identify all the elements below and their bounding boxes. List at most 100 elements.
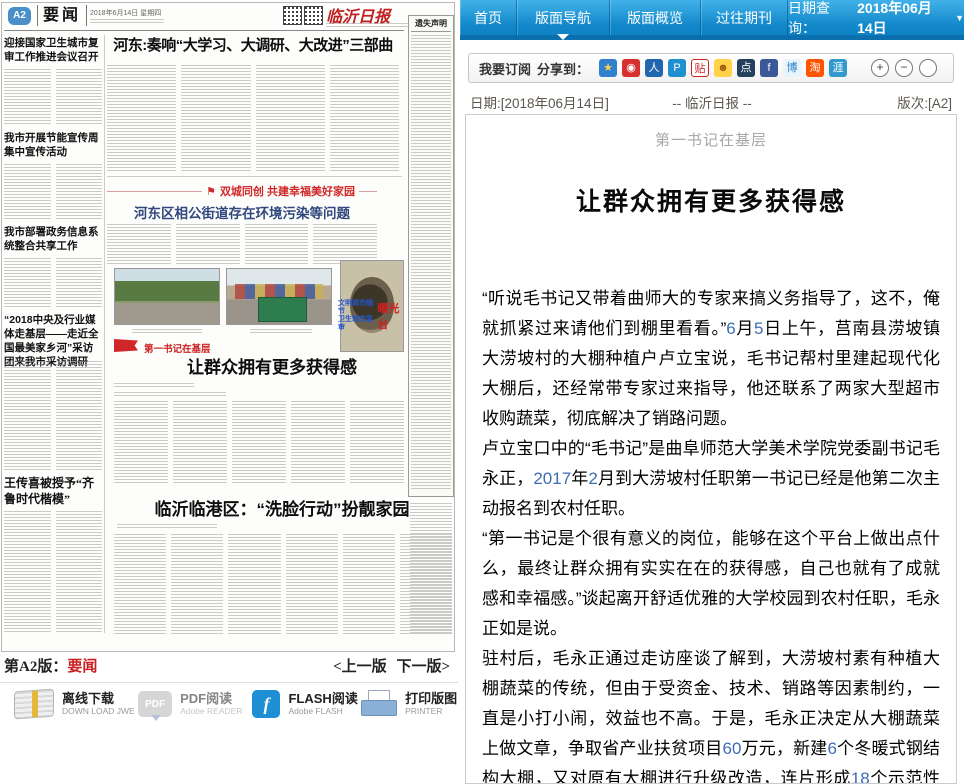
simulated-text	[114, 401, 404, 483]
prev-page-link[interactable]: <上一版	[333, 659, 387, 675]
article-paragraph: 卢立宝口中的“毛书记”是曲阜师范大学美术学院党委副书记毛永正，2017年2月到大…	[482, 434, 940, 524]
next-page-link[interactable]: 下一版>	[396, 659, 450, 675]
qzone-icon[interactable]: ★	[599, 59, 617, 77]
zoom-out-button[interactable]: −	[895, 59, 913, 77]
article-supertitle: 第一书记在基层	[466, 129, 956, 150]
article-paragraph: 驻村后，毛永正通过走访座谈了解到，大涝坡村素有种植大棚蔬菜的传统，但由于受资金、…	[482, 644, 940, 784]
byline	[114, 383, 194, 388]
date-query-value: 2018年06月14日	[857, 0, 945, 38]
column-rule	[104, 35, 105, 633]
simulated-text	[4, 258, 102, 308]
simulated-text	[107, 65, 399, 171]
article-panel: 第一书记在基层 让群众拥有更多获得感 “听说毛书记又带着曲师大的专家来搞义务指导…	[465, 114, 957, 784]
date-query-label: 日期查询：	[788, 0, 847, 38]
nav-past-issues[interactable]: 过往期刊	[701, 0, 788, 35]
offline-download-link[interactable]: 离线下载DOWN LOAD JWE	[14, 690, 138, 718]
market-photo	[226, 268, 332, 325]
main-headline[interactable]: 河东:奏响“大学习、大调研、大改进”三部曲	[105, 34, 401, 55]
headline[interactable]: 王传喜被授予“齐鲁时代楷模”	[4, 475, 102, 507]
page-navigation: <上一版 下一版>	[327, 655, 450, 676]
headline[interactable]: 我市开展节能宣传周集中宣传活动	[4, 131, 102, 159]
meta-edition: 版次:[A2]	[897, 92, 952, 112]
section-label: 要闻	[67, 659, 97, 675]
nav-page-navigation[interactable]: 版面导航	[517, 0, 610, 35]
page-label: 第A2版：要闻	[4, 655, 97, 676]
sina-weibo-icon[interactable]: ◉	[622, 59, 640, 77]
top-nav: 首页 版面导航 版面概览 过往期刊 日期查询： 2018年06月14日 ▼	[460, 0, 964, 40]
share-label: 分享到：	[537, 59, 589, 78]
byline	[114, 392, 226, 396]
article-title: 让群众拥有更多获得感	[466, 182, 956, 218]
tieba-icon[interactable]: 贴	[691, 59, 709, 77]
reader-panel: 首页 版面导航 版面概览 过往期刊 日期查询： 2018年06月14日 ▼ 我要…	[460, 0, 964, 784]
newspaper-page[interactable]: A2 要闻 2018年6月14日 星期四 临沂日报 遗失声明 迎接国家卫生城市复…	[1, 2, 455, 652]
headline[interactable]: 迎接国家卫生城市复审工作推进会议召开	[4, 36, 102, 64]
zoom-controls: +−	[871, 59, 937, 77]
simulated-text	[326, 23, 410, 27]
simulated-text	[4, 164, 102, 220]
taobao-icon[interactable]: 淘	[806, 59, 824, 77]
facebook-icon[interactable]: f	[760, 59, 778, 77]
qq-weibo-icon[interactable]: 博	[783, 59, 801, 77]
share-toolbar: 我要订阅 分享到： ★ ◉ 人P贴 ☻ 点f博淘涯 +−	[468, 53, 954, 83]
section-name: 要闻	[37, 5, 87, 26]
nav-home[interactable]: 首页	[460, 0, 517, 35]
edition-badge: A2	[8, 7, 31, 25]
printer-link[interactable]: 打印版图PRINTER	[361, 690, 458, 718]
simulated-text	[250, 329, 312, 333]
simulated-text	[107, 224, 377, 264]
article-paragraph: “听说毛书记又带着曲师大的专家来搞义务指导了，这不，俺就抓紧过来请他们到棚里看看…	[482, 284, 940, 434]
meta-date: 日期:[2018年06月14日]	[470, 96, 609, 111]
footer-links: 离线下载DOWN LOAD JWE PDF PDF阅读Adobe READER …	[0, 690, 458, 718]
header-rule	[4, 30, 404, 31]
footer-divider	[0, 682, 458, 683]
printer-icon	[361, 690, 397, 718]
simulated-text	[4, 361, 102, 471]
renren-icon[interactable]: 人	[645, 59, 663, 77]
lost-notice-title: 遗失声明	[411, 18, 451, 32]
campaign-banner-text: 双城同创 共建幸福美好家园	[220, 183, 355, 199]
nav-page-overview[interactable]: 版面概览	[610, 0, 701, 35]
headline[interactable]: 我市部署政务信息系统整合共享工作	[4, 225, 102, 253]
date-query[interactable]: 日期查询： 2018年06月14日 ▼	[788, 0, 964, 35]
qr-code-icon	[304, 6, 323, 25]
newspaper-stack-icon	[14, 689, 54, 720]
simulated-text	[4, 69, 102, 125]
newspaper-date: 2018年6月14日 星期四	[90, 8, 161, 18]
subscribe-link[interactable]: 我要订阅	[479, 59, 531, 78]
flash-icon: f	[252, 690, 280, 718]
feature-headline[interactable]: 让群众拥有更多获得感	[152, 353, 392, 378]
share-icons: ★ ◉ 人P贴 ☻ 点f博淘涯	[599, 59, 847, 77]
campaign-banner: ⚑ 双城同创 共建幸福美好家园	[107, 183, 377, 199]
qr-code-icon	[283, 6, 302, 25]
reset-button[interactable]	[919, 59, 937, 77]
pengyou-icon[interactable]: P	[668, 59, 686, 77]
exposure-badge: 曝光台	[377, 300, 406, 332]
sohu-pet-icon[interactable]: ☻	[714, 59, 732, 77]
flash-reader-link[interactable]: f FLASH阅读Adobe FLASH	[252, 690, 361, 718]
simulated-text	[132, 329, 202, 333]
app-root: A2 要闻 2018年6月14日 星期四 临沂日报 遗失声明 迎接国家卫生城市复…	[0, 0, 964, 784]
diandian-icon[interactable]: 点	[737, 59, 755, 77]
env-headline[interactable]: 河东区相公街道存在环境污染等问题	[107, 202, 377, 222]
bottom-headline[interactable]: 临沂临港区：“洗脸行动”扮靓家园	[110, 495, 454, 520]
meta-paper-name: -- 临沂日报 --	[672, 92, 751, 112]
article-paragraph: “第一书记是个很有意义的岗位，能够在这个平台上做出点什么，最终让群众拥有实实在在…	[482, 524, 940, 644]
zoom-in-button[interactable]: +	[871, 59, 889, 77]
simulated-text	[411, 35, 451, 490]
tianya-icon[interactable]: 涯	[829, 59, 847, 77]
red-flag-icon	[114, 339, 138, 352]
section-rule	[107, 176, 402, 177]
byline	[117, 524, 217, 528]
simulated-text	[4, 511, 102, 633]
lost-notice-column: 遗失声明	[408, 15, 454, 497]
chevron-down-icon: ▼	[955, 13, 964, 23]
article-body: “听说毛书记又带着曲师大的专家来搞义务指导了，这不，俺就抓紧过来请他们到棚里看看…	[482, 284, 940, 784]
pdf-icon: PDF	[138, 691, 172, 717]
caret-down-icon	[557, 34, 569, 40]
flag-icon: ⚑	[206, 185, 216, 198]
photo-badge: 文明城市细节卫生城市复审 曝光台	[338, 300, 406, 332]
street-photo	[114, 268, 220, 325]
simulated-text	[114, 534, 452, 636]
pdf-reader-link[interactable]: PDF PDF阅读Adobe READER	[138, 690, 252, 718]
